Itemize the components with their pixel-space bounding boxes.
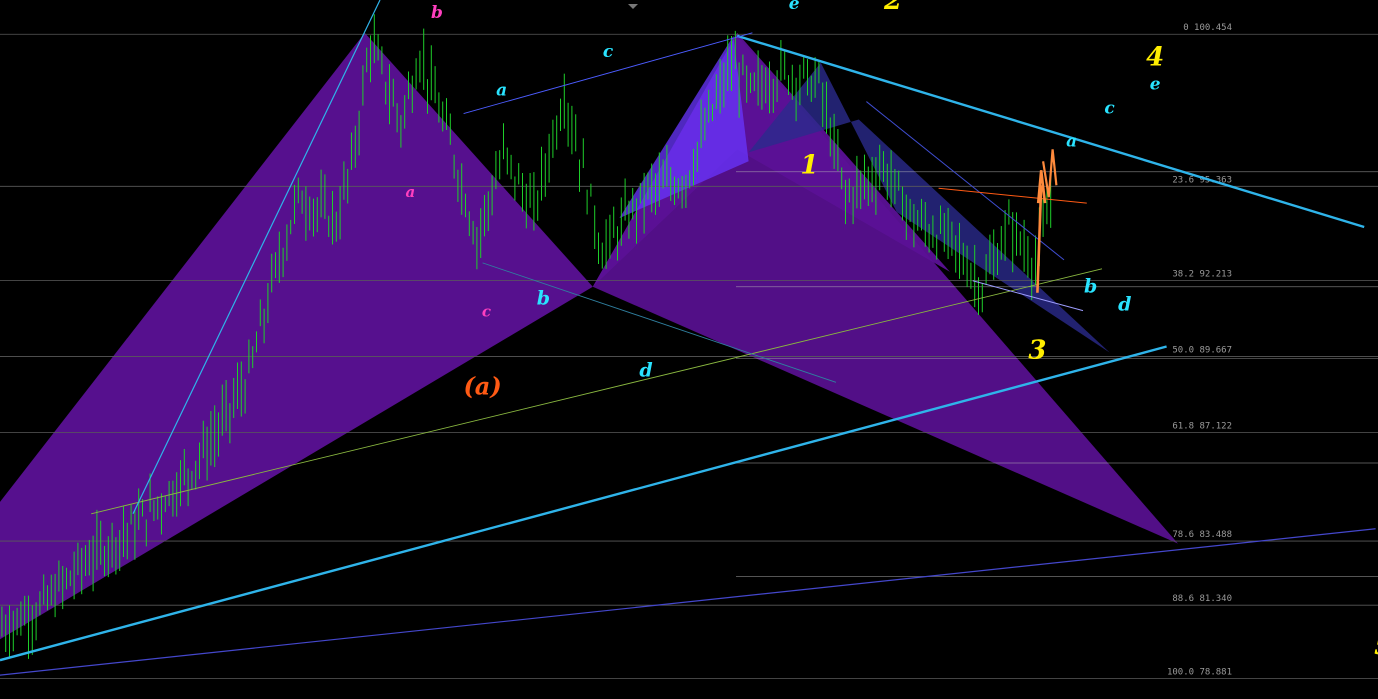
fib-level-label: 0 100.454 bbox=[1183, 23, 1232, 33]
wave-label: 1 bbox=[800, 150, 818, 180]
wave-label: a bbox=[496, 81, 507, 101]
fib-level-label: 50.0 89.667 bbox=[1172, 345, 1232, 355]
wave-label: e bbox=[789, 0, 800, 14]
wave-label: d bbox=[1118, 294, 1131, 316]
wave-label: 5 bbox=[1374, 631, 1378, 661]
fib-level-label: 38.2 92.213 bbox=[1172, 269, 1232, 279]
long-support-line bbox=[0, 528, 1376, 676]
wave-label: b bbox=[1084, 276, 1097, 298]
wave-label: a bbox=[1066, 131, 1077, 151]
wave-label: 3 bbox=[1028, 335, 1046, 365]
triangle-line-upper bbox=[938, 187, 1087, 204]
harmonic-patterns bbox=[0, 32, 1178, 640]
wave-label: 2 bbox=[883, 0, 902, 16]
wave-label: c bbox=[482, 303, 491, 321]
arrow-up-icon bbox=[1036, 170, 1047, 293]
fib-level-label: 78.6 83.488 bbox=[1172, 530, 1232, 540]
wave-label: b bbox=[431, 3, 443, 23]
wave-label: b bbox=[537, 288, 550, 310]
zigzag-arrow-icon bbox=[1042, 149, 1058, 198]
wave-label: e bbox=[1150, 75, 1161, 95]
fib-level-label: 88.6 81.340 bbox=[1172, 594, 1232, 604]
wave-label: d bbox=[639, 359, 652, 381]
wave-label: c bbox=[1104, 99, 1115, 119]
wave-label: c bbox=[603, 42, 614, 62]
wave-label: 4 bbox=[1146, 43, 1164, 73]
fib-level-label: 100.0 78.881 bbox=[1167, 668, 1232, 678]
scroll-marker-icon[interactable] bbox=[628, 4, 638, 9]
wave-label: a bbox=[406, 183, 416, 201]
fib-level-label: 61.8 87.122 bbox=[1172, 421, 1232, 431]
price-chart: 0 100.45423.6 95.36338.2 92.21350.0 89.6… bbox=[0, 0, 1378, 699]
wave-label: (a) bbox=[463, 371, 501, 400]
